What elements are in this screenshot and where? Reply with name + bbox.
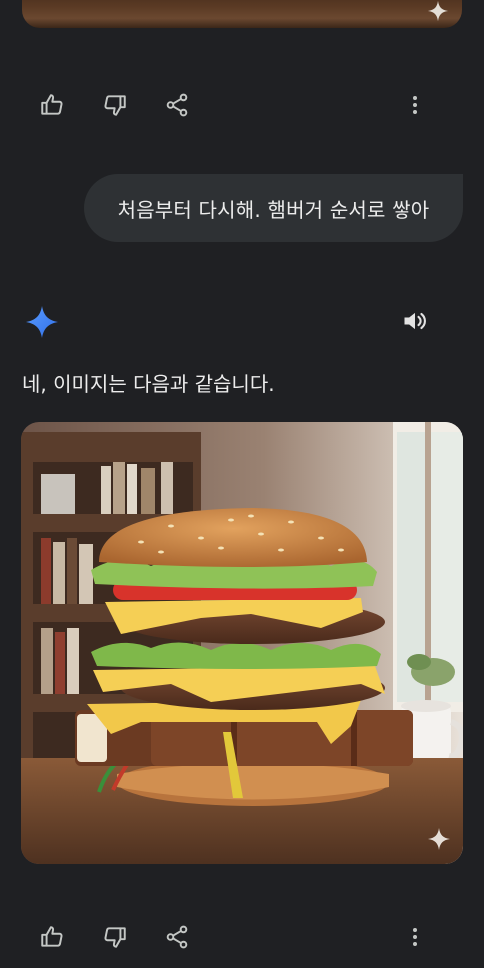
thumbs-down-button[interactable] [95, 85, 135, 125]
share-icon [166, 93, 188, 117]
thumbs-up-button[interactable] [32, 85, 72, 125]
share-button[interactable] [157, 917, 197, 957]
burger-illustration [21, 422, 463, 864]
message-action-bar [0, 917, 484, 957]
speaker-icon [404, 312, 426, 330]
thumbs-up-icon [41, 926, 63, 947]
gemini-sparkle-icon [26, 306, 58, 338]
previous-generated-image[interactable] [22, 0, 462, 28]
message-action-bar [0, 85, 484, 125]
thumbs-down-button[interactable] [95, 917, 135, 957]
more-vert-icon [413, 928, 417, 946]
thumbs-down-icon [104, 95, 126, 116]
share-button[interactable] [157, 85, 197, 125]
response-text: 네, 이미지는 다음과 같습니다. [22, 372, 275, 396]
thumbs-down-icon [104, 927, 126, 948]
share-icon [166, 925, 188, 949]
thumbs-up-icon [41, 94, 63, 115]
generated-burger-image[interactable] [21, 422, 463, 864]
user-message-text: 처음부터 다시해. 햄버거 순서로 쌓아 [117, 197, 430, 222]
more-options-button[interactable] [395, 917, 435, 957]
more-vert-icon [413, 96, 417, 114]
sparkle-icon [427, 0, 449, 22]
thumbs-up-button[interactable] [32, 917, 72, 957]
user-message-bubble: 처음부터 다시해. 햄버거 순서로 쌓아 [84, 174, 463, 242]
more-options-button[interactable] [395, 85, 435, 125]
read-aloud-button[interactable] [395, 301, 435, 341]
